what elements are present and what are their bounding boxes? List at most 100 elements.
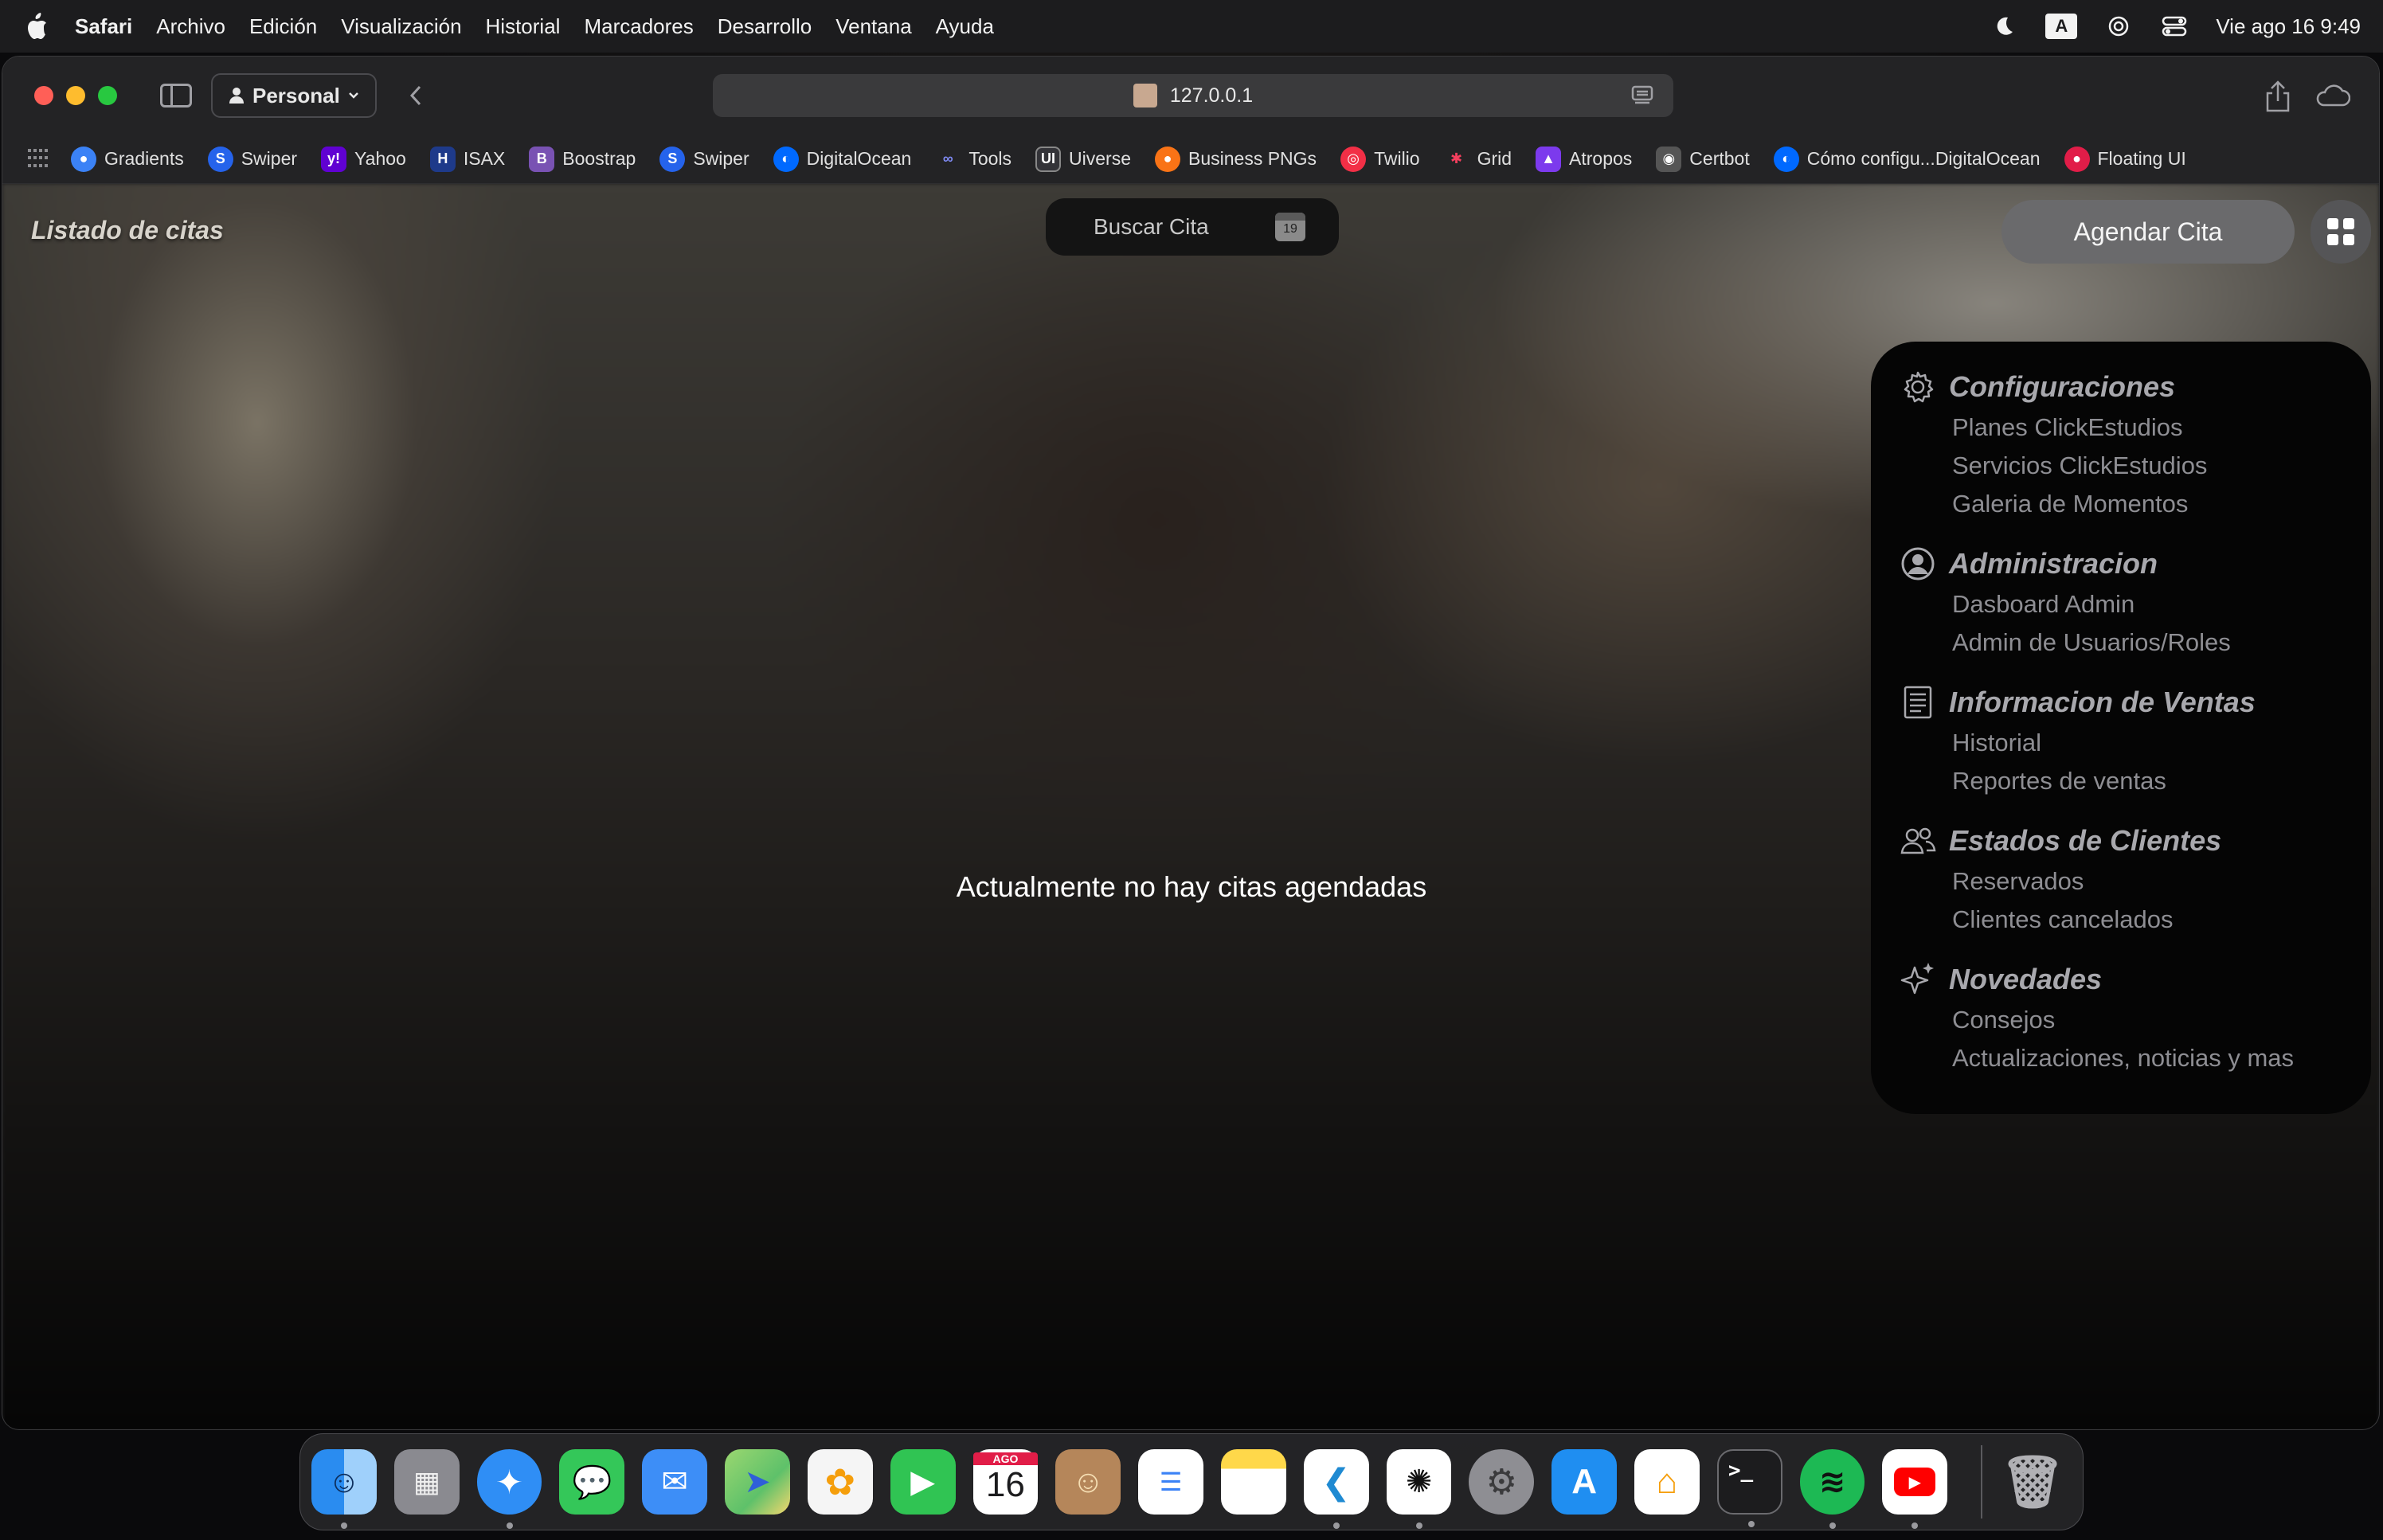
chatgpt-status-icon[interactable] <box>2104 12 2133 41</box>
share-icon[interactable] <box>2264 80 2291 112</box>
favorite-uiverse[interactable]: UI Uiverse <box>1035 146 1131 172</box>
dock-calendar-icon[interactable]: AGO 16 <box>972 1449 1039 1515</box>
menu-ventana[interactable]: Ventana <box>835 14 911 39</box>
favorite-swiper-2[interactable]: S Swiper <box>659 146 749 172</box>
menu-heading-novedades: Novedades <box>1949 963 2103 995</box>
menu-edicion[interactable]: Edición <box>249 14 317 39</box>
minimize-window-button[interactable] <box>66 86 85 105</box>
menu-historial[interactable]: Historial <box>486 14 561 39</box>
menu-link-cancelados[interactable]: Clientes cancelados <box>1871 901 2371 939</box>
favorite-isax[interactable]: H ISAX <box>429 146 505 172</box>
favorite-gradients[interactable]: ● Gradients <box>71 146 184 172</box>
favorites-bar: ● Gradients S Swiper y! Yahoo H ISAX B Boostr… <box>2 135 2379 184</box>
dock-maps-icon[interactable]: ➤ <box>725 1449 790 1515</box>
dock-finder-icon[interactable]: ☺ <box>311 1449 377 1529</box>
menu-link-consejos[interactable]: Consejos <box>1871 1001 2371 1039</box>
dock-system-settings-icon[interactable]: ⚙ <box>1469 1449 1535 1515</box>
dock-separator <box>1981 1445 1983 1519</box>
menu-link-reportes[interactable]: Reportes de ventas <box>1871 762 2371 800</box>
dock-youtube-icon[interactable]: ▶ <box>1882 1449 1948 1529</box>
menu-app-name[interactable]: Safari <box>75 14 132 39</box>
back-icon[interactable] <box>404 84 428 107</box>
address-bar[interactable]: 127.0.0.1 <box>713 74 1673 117</box>
sidebar-toggle-icon[interactable] <box>160 84 192 107</box>
navigation-menu-panel: Configuraciones Planes ClickEstudios Ser… <box>1871 342 2371 1114</box>
close-window-button[interactable] <box>34 86 53 105</box>
address-bar-url: 127.0.0.1 <box>1169 84 1254 107</box>
grid-icon: ✱ <box>1450 150 1463 166</box>
dock-chatgpt-icon[interactable]: ✺ <box>1386 1449 1452 1529</box>
menu-link-planes[interactable]: Planes ClickEstudios <box>1871 408 2371 447</box>
dock-facetime-icon[interactable]: ▶ <box>890 1449 956 1515</box>
icloud-tabs-icon[interactable] <box>2314 84 2350 107</box>
business-pngs-icon: ● <box>1155 146 1180 172</box>
menu-link-historial[interactable]: Historial <box>1871 724 2371 762</box>
calendar-icon[interactable]: 19 <box>1275 213 1305 241</box>
favorite-swiper[interactable]: S Swiper <box>207 146 297 172</box>
swiper-icon: S <box>207 146 233 172</box>
receipt-icon <box>1900 684 1936 721</box>
browser-toolbar: Personal 127.0.0.1 <box>2 57 2379 135</box>
menu-desarrollo[interactable]: Desarrollo <box>718 14 812 39</box>
profile-button[interactable]: Personal <box>211 73 377 118</box>
user-circle-icon <box>1900 545 1936 582</box>
dock-home-icon[interactable]: ⌂ <box>1634 1449 1700 1515</box>
favorite-yahoo[interactable]: y! Yahoo <box>321 146 406 172</box>
menu-link-reservados[interactable]: Reservados <box>1871 862 2371 901</box>
menu-archivo[interactable]: Archivo <box>156 14 225 39</box>
agendar-cita-button[interactable]: Agendar Cita <box>2001 200 2295 264</box>
dock-trash-icon[interactable]: 🗑 <box>2000 1449 2065 1515</box>
dock-app-store-icon[interactable]: A <box>1551 1449 1617 1515</box>
menu-heading-administracion: Administracion <box>1949 547 2158 580</box>
input-source-indicator[interactable]: A <box>2045 14 2078 39</box>
safari-window: Personal 127.0.0.1 ● Gradients S Swiper y!… <box>2 56 2380 1430</box>
favorites-grid-icon[interactable] <box>28 148 49 170</box>
menu-link-galeria[interactable]: Galeria de Momentos <box>1871 485 2371 523</box>
swiper-icon: S <box>659 146 686 172</box>
menu-section-configuraciones: Configuraciones Planes ClickEstudios Ser… <box>1871 365 2371 523</box>
moon-icon[interactable] <box>1990 12 2018 41</box>
dock-mail-icon[interactable]: ✉ <box>642 1449 708 1515</box>
favorite-bootstrap[interactable]: B Boostrap <box>529 146 636 172</box>
dock-reminders-icon[interactable]: ☰ <box>1138 1449 1203 1515</box>
control-center-icon[interactable] <box>2160 12 2189 41</box>
favorite-business-pngs[interactable]: ● Business PNGs <box>1155 146 1317 172</box>
maximize-window-button[interactable] <box>98 86 117 105</box>
favorite-atropos[interactable]: ▲ Atropos <box>1536 146 1632 172</box>
certbot-icon: ◉ <box>1656 146 1682 172</box>
dock-notes-icon[interactable] <box>1220 1449 1286 1515</box>
reader-mode-icon[interactable] <box>1630 85 1654 106</box>
dock-spotify-icon[interactable]: ≋ <box>1799 1449 1865 1529</box>
favorite-certbot[interactable]: ◉ Certbot <box>1656 146 1750 172</box>
apple-icon[interactable] <box>22 10 51 42</box>
menu-link-dashboard-admin[interactable]: Dasboard Admin <box>1871 585 2371 623</box>
dock-vscode-icon[interactable]: ❮ <box>1303 1449 1369 1529</box>
menu-visualizacion[interactable]: Visualización <box>341 14 461 39</box>
web-page: Listado de citas Buscar Cita 19 Agendar … <box>2 184 2379 1429</box>
menu-link-actualizaciones[interactable]: Actualizaciones, noticias y mas <box>1871 1039 2371 1077</box>
menu-link-admin-usuarios[interactable]: Admin de Usuarios/Roles <box>1871 623 2371 662</box>
favorite-tools[interactable]: ∞ Tools <box>935 147 1012 172</box>
favorite-digitalocean-guide[interactable]: ◐ Cómo configu...DigitalOcean <box>1773 146 2041 172</box>
favorite-floating-ui[interactable]: ● Floating UI <box>2064 146 2186 172</box>
dock-contacts-icon[interactable]: ☺ <box>1055 1449 1121 1515</box>
menu-marcadores[interactable]: Marcadores <box>584 14 693 39</box>
buscar-cita-label: Buscar Cita <box>1094 214 1209 239</box>
menu-ayuda[interactable]: Ayuda <box>936 14 994 39</box>
buscar-cita-input[interactable]: Buscar Cita 19 <box>1046 198 1339 256</box>
favorite-digitalocean[interactable]: ◐ DigitalOcean <box>773 146 911 172</box>
floating-ui-icon: ● <box>2064 146 2090 172</box>
yahoo-icon: y! <box>321 146 347 172</box>
dock-photos-icon[interactable]: ✿ <box>807 1449 873 1515</box>
menu-clock[interactable]: Vie ago 16 9:49 <box>2216 14 2361 39</box>
menu-grid-button[interactable] <box>2311 200 2371 264</box>
favorite-grid[interactable]: ✱ Grid <box>1444 147 1512 172</box>
dock-terminal-icon[interactable]: >_ <box>1716 1449 1782 1527</box>
favorite-twilio[interactable]: ◎ Twilio <box>1340 146 1420 172</box>
gear-icon <box>1900 369 1936 405</box>
dock-messages-icon[interactable]: 💬 <box>559 1449 625 1515</box>
dock-safari-icon[interactable]: ✦ <box>476 1449 542 1529</box>
menu-link-servicios[interactable]: Servicios ClickEstudios <box>1871 447 2371 485</box>
dock-launchpad-icon[interactable]: ▦ <box>393 1449 460 1515</box>
digitalocean-icon: ◐ <box>773 146 799 172</box>
